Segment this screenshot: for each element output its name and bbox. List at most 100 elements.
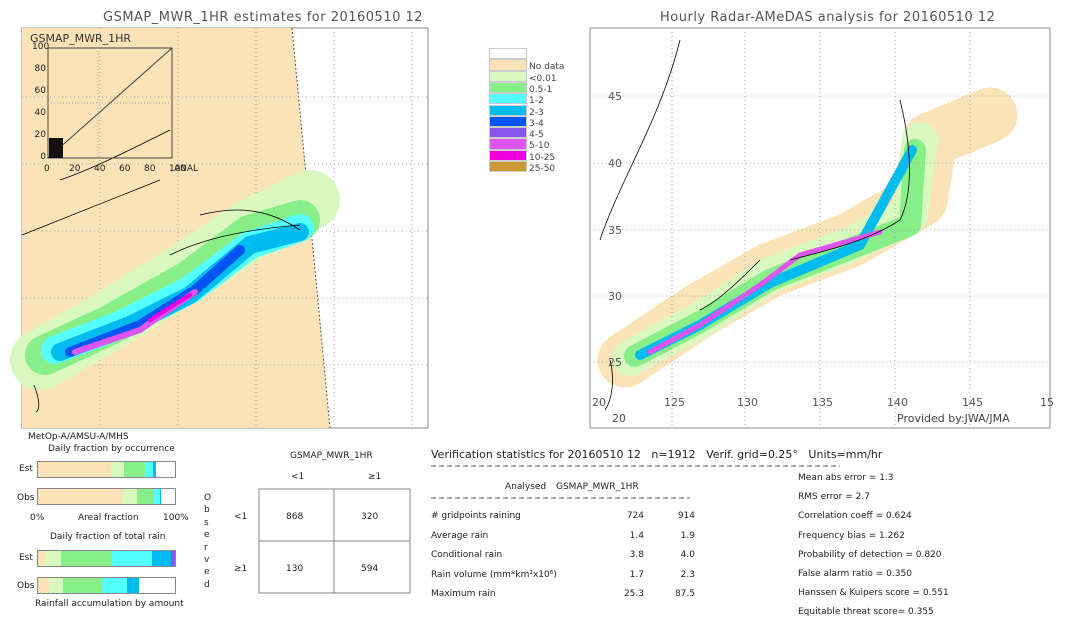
legend-swatch (489, 59, 527, 71)
fraction-segment (122, 489, 137, 504)
stats-heading: Verification statistics for 20160510 12 … (431, 448, 883, 461)
stat-row-label: Average rain (431, 530, 489, 541)
est-label: Est (19, 464, 33, 474)
axis-hundred: 100% (163, 513, 189, 523)
legend-swatch (489, 81, 527, 94)
lon-tick: 20 (592, 396, 606, 409)
inset-x-tick: 80 (144, 164, 156, 174)
observed-label: Observed (204, 492, 214, 591)
score-line: RMS error = 2.7 (798, 492, 870, 503)
legend-swatch (489, 149, 527, 161)
legend-swatch (489, 138, 527, 150)
total-est-bar (37, 550, 176, 567)
contingency-title: GSMAP_MWR_1HR (290, 451, 373, 461)
lat-tick: 25 (608, 356, 622, 369)
right-map (589, 27, 1051, 429)
inset-y-tick: 100 (32, 42, 50, 52)
fraction-segment (62, 578, 103, 593)
legend-swatch (489, 127, 527, 139)
observed-letter: v (204, 555, 210, 566)
inset-y-tick: 40 (34, 108, 46, 118)
inset-y-tick: 20 (34, 130, 46, 140)
legend-label: 10-25 (529, 152, 556, 163)
legend-swatch (489, 115, 527, 128)
stat-gsmap-value: 914 (677, 511, 695, 521)
lon-tick: 130 (737, 396, 758, 409)
fraction-segment (124, 462, 145, 477)
stat-row-label: Rain volume (mm*km²x10⁶) (431, 569, 557, 580)
axis-title: Areal fraction (78, 513, 139, 523)
lon-tick: 135 (812, 396, 833, 409)
legend-label: 5-10 (529, 141, 550, 152)
inset-x-tick: 20 (69, 164, 81, 174)
cell-ge-lt: 130 (286, 564, 304, 574)
obs-label: Obs (17, 493, 35, 503)
accum-label: Rainfall accumulation by amount (35, 599, 184, 609)
fraction-segment (111, 551, 152, 566)
contingency-grid (258, 488, 411, 594)
right-map-title: Hourly Radar-AMeDAS analysis for 2016051… (660, 10, 996, 25)
lon-tick: 145 (962, 396, 983, 409)
legend-label: 4-5 (529, 130, 544, 141)
fraction-segment (170, 551, 175, 566)
lat-tick: 35 (608, 224, 622, 237)
fraction-segment (38, 462, 111, 477)
inset-x-tick: 60 (119, 164, 131, 174)
fraction-segment (127, 578, 140, 593)
cell-ge-ge: 594 (361, 564, 379, 574)
fraction-segment (151, 551, 171, 566)
score-line: Correlation coeff = 0.624 (798, 511, 912, 522)
legend-label: 0.5-1 (529, 84, 553, 95)
observed-letter: b (204, 505, 210, 516)
stat-gsmap-value: 87.5 (674, 589, 695, 599)
occurrence-title: Daily fraction by occurrence (48, 444, 175, 454)
total-rain-title: Daily fraction of total rain (50, 532, 166, 542)
credit: Provided by:JWA/JMA (897, 412, 1010, 425)
observed-letter: e (204, 530, 210, 541)
lon-tick: 140 (887, 396, 908, 409)
fraction-segment (153, 462, 156, 477)
legend-label: No data (529, 62, 565, 73)
satellite-label: MetOp-A/AMSU-A/MHS (28, 432, 129, 442)
stat-analysed-value: 724 (626, 511, 644, 521)
stat-analysed-value: 1.7 (629, 569, 644, 580)
left-map (10, 27, 429, 429)
score-line: Frequency bias = 1.262 (798, 530, 905, 541)
inset-y-tick: 60 (34, 86, 46, 96)
fraction-segment (44, 551, 62, 566)
lat-tick: 40 (608, 157, 622, 170)
col-lt: <1 (291, 472, 305, 482)
stat-row-label: Maximum rain (431, 589, 496, 599)
cell-lt-lt: 868 (286, 512, 304, 522)
stat-row-label: Conditional rain (431, 550, 503, 560)
inset-y-tick: 0 (40, 152, 46, 162)
lon-tick: 15 (1040, 396, 1054, 409)
fraction-segment (110, 462, 125, 477)
stat-gsmap-value: 2.3 (680, 569, 695, 580)
inset-y-tick: 80 (34, 64, 46, 74)
lon-tick: 125 (664, 396, 685, 409)
inset-x-tick: 100 (169, 164, 187, 174)
fraction-segment (61, 551, 112, 566)
stat-analysed-value: 1.4 (629, 530, 644, 541)
stat-analysed-value: 25.3 (623, 589, 644, 599)
legend-label: 3-4 (529, 118, 544, 129)
fraction-segment (144, 462, 154, 477)
fraction-segment (38, 578, 49, 593)
stat-gsmap-value: 1.9 (680, 530, 695, 541)
observed-letter: e (204, 567, 210, 578)
score-line: Mean abs error = 1.3 (798, 473, 894, 483)
observed-letter: r (204, 542, 208, 553)
legend-label: 25-50 (529, 164, 556, 174)
legend-label: <0.01 (529, 73, 557, 84)
fraction-segment (102, 578, 128, 593)
stat-analysed-value: 3.8 (629, 550, 644, 560)
stat-row-label: # gridpoints raining (431, 511, 521, 521)
inset-x-tick: 40 (94, 164, 106, 174)
score-line: False alarm ratio = 0.350 (798, 569, 912, 579)
legend-swatch (489, 161, 527, 173)
score-line: Equitable threat score= 0.355 (798, 607, 934, 617)
obs-label: Obs (17, 581, 35, 591)
lat-tick: 20 (612, 412, 626, 425)
legend-swatch (489, 93, 527, 105)
